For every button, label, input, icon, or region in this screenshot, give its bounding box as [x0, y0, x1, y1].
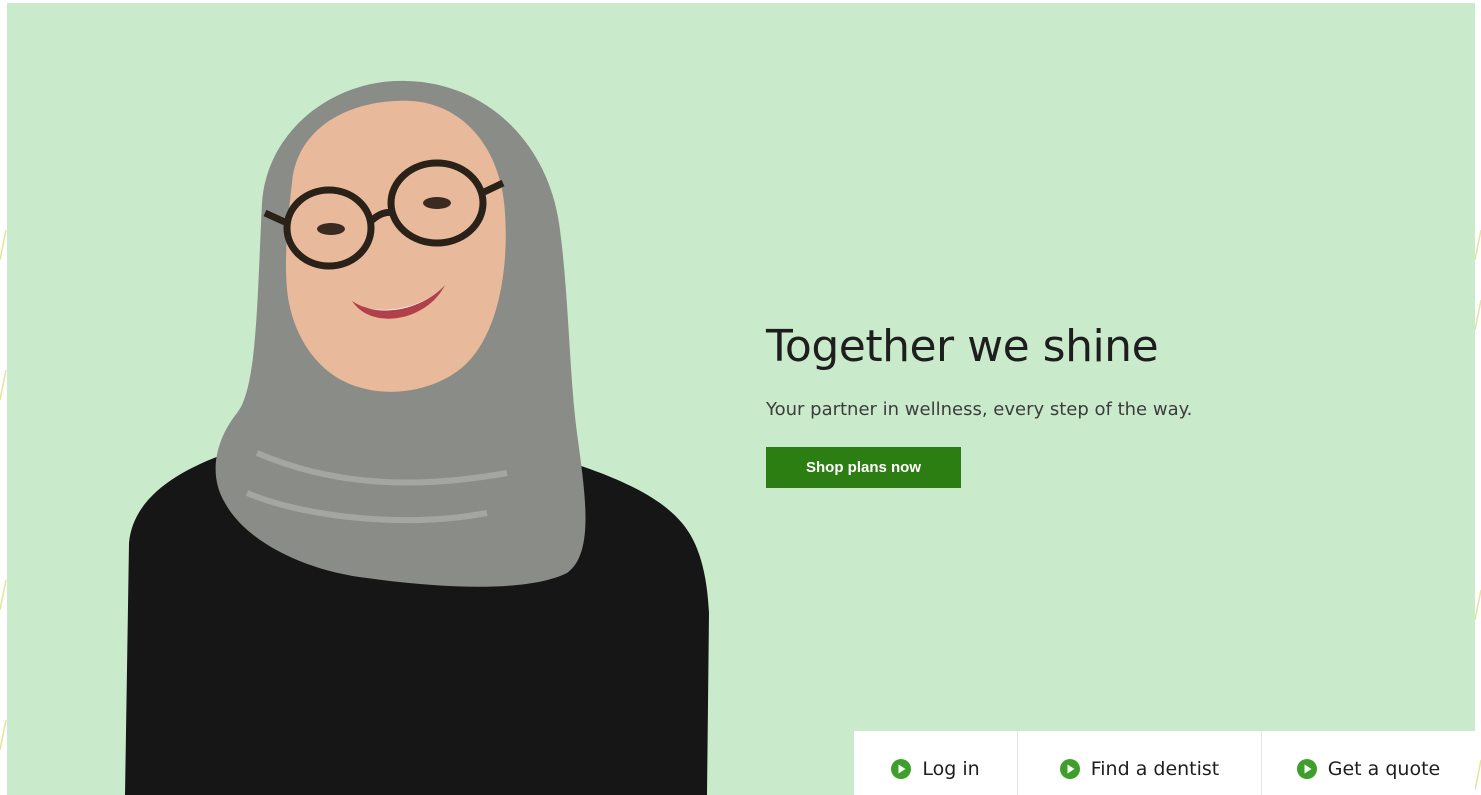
hero-banner: Together we shine Your partner in wellne…: [7, 3, 1475, 795]
find-dentist-link-label: Find a dentist: [1090, 758, 1220, 780]
play-circle-icon: [1296, 759, 1317, 779]
shop-plans-button[interactable]: Shop plans now: [766, 447, 961, 488]
login-link-label: Log in: [922, 758, 980, 780]
hero-title: Together we shine: [766, 321, 1159, 372]
hero-content: Together we shine Your partner in wellne…: [766, 321, 1406, 488]
hero-subtitle: Your partner in wellness, every step of …: [766, 399, 1193, 420]
woman-portrait-image: [125, 80, 709, 795]
play-circle-icon: [891, 759, 912, 779]
login-link[interactable]: Log in: [854, 731, 1017, 795]
page: Together we shine Your partner in wellne…: [0, 0, 1481, 795]
get-quote-link[interactable]: Get a quote: [1261, 731, 1475, 795]
get-quote-link-label: Get a quote: [1327, 758, 1441, 780]
quick-links-bar: Log in Find a dentist Get a quote: [854, 731, 1475, 795]
play-circle-icon: [1059, 759, 1080, 779]
find-dentist-link[interactable]: Find a dentist: [1017, 731, 1261, 795]
